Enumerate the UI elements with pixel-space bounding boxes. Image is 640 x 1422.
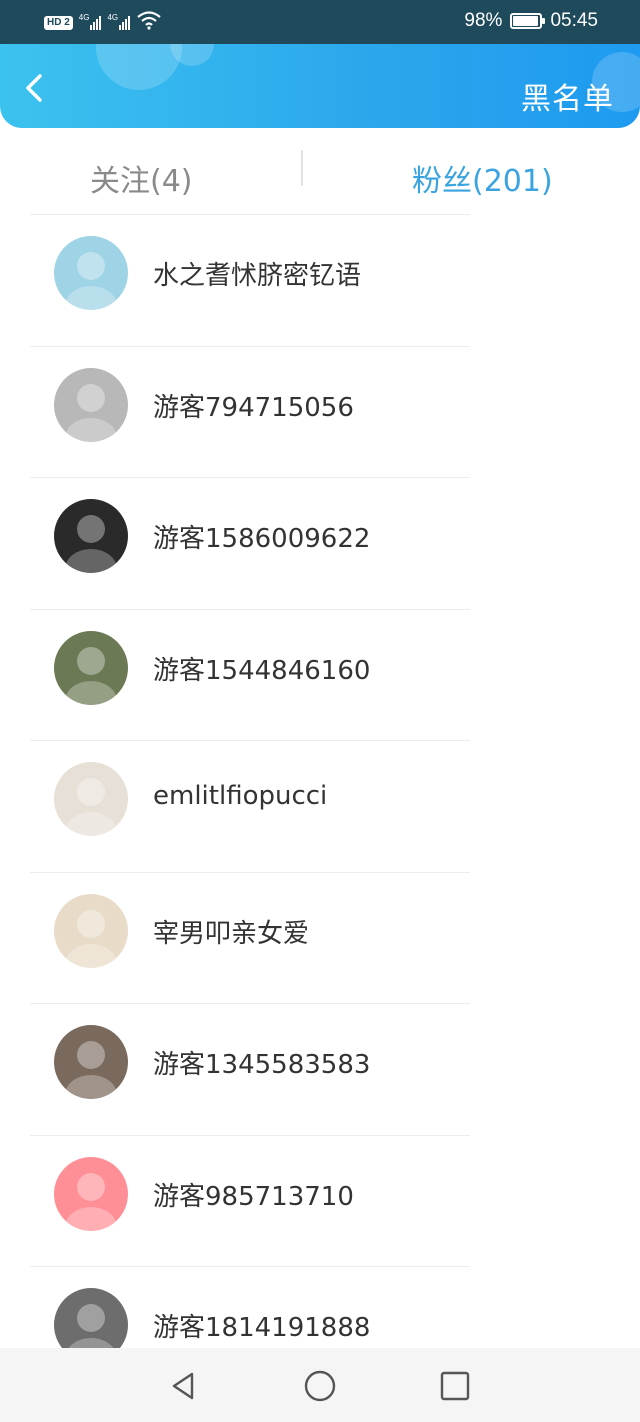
avatar-image	[54, 893, 128, 968]
avatar[interactable]	[54, 630, 128, 705]
avatar-image	[54, 1288, 128, 1348]
row-divider	[30, 345, 470, 347]
user-name: 游客1814191888	[153, 1313, 371, 1343]
user-name: 宰男叩亲女爱	[153, 918, 310, 949]
row-divider	[30, 1266, 470, 1267]
user-name: 游客1345583583	[153, 1050, 371, 1080]
tab-following[interactable]: 关注(4)	[90, 156, 193, 200]
status-left: HD 2 4G 4G	[44, 10, 162, 30]
row-divider	[30, 477, 470, 478]
avatar[interactable]	[54, 762, 128, 836]
nav-home-button[interactable]	[300, 1366, 340, 1406]
avatar[interactable]	[54, 1156, 128, 1231]
avatar-image	[54, 367, 128, 442]
back-button[interactable]	[18, 70, 54, 106]
status-bar: HD 2 4G 4G 98% 05:45	[0, 0, 640, 44]
follower-list: 水之耆怵脐密钇语 游客794715056 游客1586009622 游客1544846…	[0, 214, 640, 1348]
list-item[interactable]: 水之耆怵脐密钇语	[0, 214, 640, 346]
avatar[interactable]	[54, 893, 128, 968]
list-item[interactable]: 游客1586009622	[0, 477, 640, 609]
app-header: 黑名单	[0, 44, 640, 128]
battery-fill	[513, 16, 539, 26]
user-name: 水之耆怵脐密钇语	[153, 261, 362, 291]
list-item[interactable]: 宰男叩亲女爱	[0, 871, 640, 1004]
row-divider	[30, 214, 470, 215]
avatar[interactable]	[54, 1288, 128, 1348]
user-name: 游客1586009622	[153, 524, 371, 554]
list-item[interactable]: 游客1544846160	[0, 608, 640, 741]
list-item[interactable]: 游客794715056	[0, 345, 640, 478]
nav-recents-button[interactable]	[435, 1366, 475, 1406]
row-divider	[30, 1003, 470, 1004]
avatar[interactable]	[54, 499, 128, 573]
hd-badge: HD 2	[44, 16, 73, 30]
network-2-label: 4G	[107, 13, 119, 22]
network-1-label: 4G	[78, 13, 90, 22]
avatar[interactable]	[54, 367, 128, 442]
list-item[interactable]: 游客985713710	[0, 1134, 640, 1267]
avatar[interactable]	[54, 236, 128, 310]
system-nav-bar	[0, 1348, 640, 1422]
row-divider	[30, 740, 470, 741]
tab-bar: 关注(4) 粉丝(201)	[0, 128, 640, 216]
tab-fans[interactable]: 粉丝(201)	[412, 156, 553, 200]
tab-divider	[301, 150, 303, 186]
avatar-image	[54, 499, 128, 573]
row-divider	[30, 871, 470, 873]
battery-percent: 98%	[464, 10, 503, 31]
avatar-image	[54, 1156, 128, 1231]
user-name: 游客985713710	[153, 1181, 354, 1212]
blacklist-button[interactable]: 黑名单	[521, 74, 614, 118]
row-divider	[30, 1134, 470, 1136]
battery-icon	[510, 13, 546, 29]
list-item[interactable]: 游客1345583583	[0, 1003, 640, 1135]
user-name: 游客794715056	[153, 392, 354, 423]
avatar-image	[54, 236, 128, 310]
list-item[interactable]: emlitlfiopucci	[0, 740, 640, 872]
signal-bars-icon	[119, 14, 131, 30]
nav-back-button[interactable]	[164, 1366, 204, 1406]
avatar-image	[54, 1025, 128, 1099]
decor-bubble	[96, 44, 182, 90]
chevron-left-icon	[26, 74, 42, 102]
avatar[interactable]	[54, 1025, 128, 1099]
signal-bars-icon	[90, 14, 102, 30]
user-name: 游客1544846160	[153, 655, 371, 686]
user-name: emlitlfiopucci	[153, 781, 328, 811]
row-divider	[30, 608, 470, 610]
list-item[interactable]: 游客1814191888	[0, 1266, 640, 1348]
wifi-icon	[137, 11, 161, 30]
status-right: 98% 05:45	[464, 10, 598, 32]
clock: 05:45	[550, 10, 598, 31]
avatar-image	[54, 762, 128, 836]
signal-2: 4G	[107, 13, 131, 30]
signal-1: 4G	[79, 14, 102, 30]
avatar-image	[54, 630, 128, 705]
